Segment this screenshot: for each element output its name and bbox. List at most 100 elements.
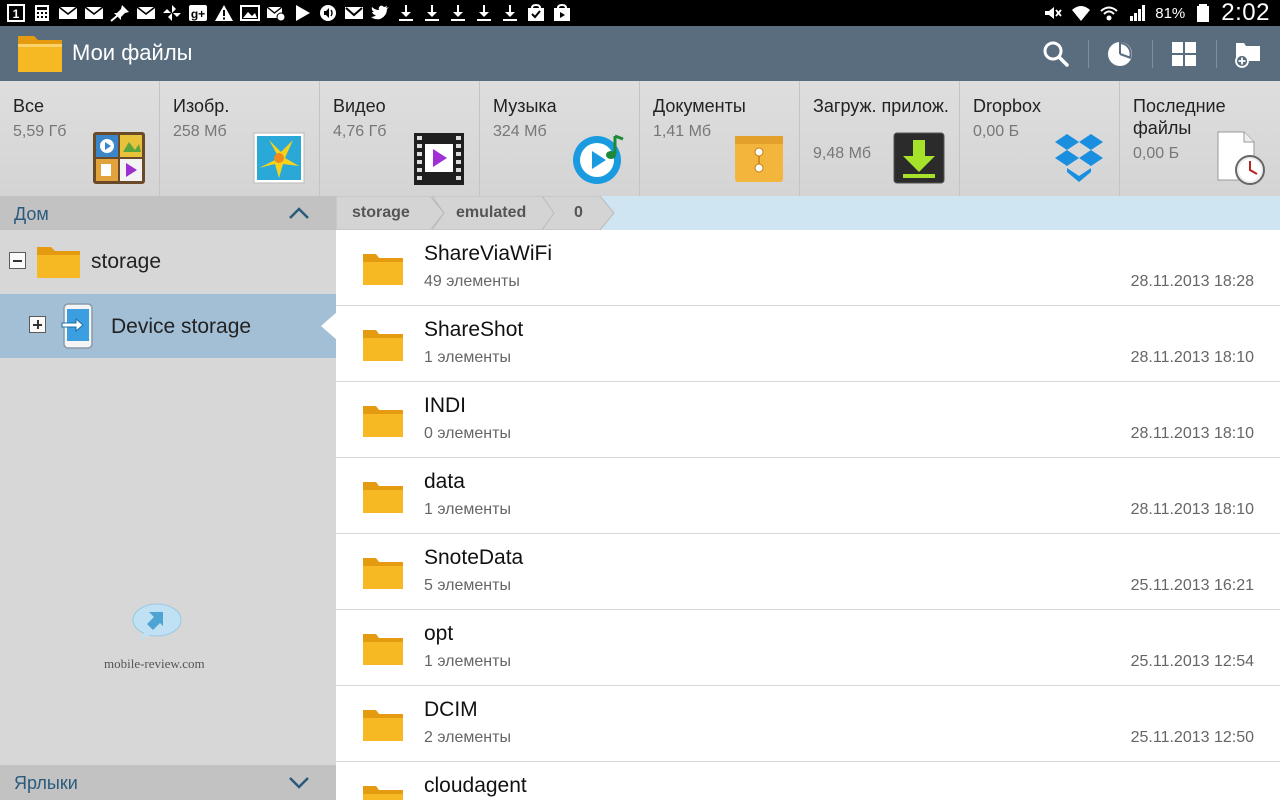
category-video[interactable]: Видео 4,76 Гб <box>320 81 480 196</box>
item-date: 28.11.2013 18:10 <box>1130 501 1254 518</box>
category-downloaded-apps[interactable]: Загруж. прилож. 9,48 Мб <box>800 81 960 196</box>
new-folder-icon <box>1235 42 1260 68</box>
view-mode-button[interactable] <box>1152 26 1216 81</box>
folder-icon <box>363 482 403 513</box>
images-icon <box>253 132 305 184</box>
item-name: ShareViaWiFi <box>424 242 552 265</box>
shortcuts-section-label: Ярлыки <box>14 773 78 793</box>
category-label: Все <box>13 96 45 116</box>
my-files-app-icon[interactable] <box>16 32 64 74</box>
list-item[interactable]: opt 1 элементы 25.11.2013 12:54 <box>336 610 1280 686</box>
category-documents[interactable]: Документы 1,41 Мб <box>640 81 800 196</box>
email-settings-icon <box>266 4 286 22</box>
svg-text:g+: g+ <box>191 7 205 21</box>
download-icon <box>422 4 442 22</box>
list-item[interactable]: ShareShot 1 элементы 28.11.2013 18:10 <box>336 306 1280 382</box>
breadcrumb-item-storage[interactable]: storage <box>336 196 446 230</box>
item-name: ShareShot <box>424 318 524 341</box>
breadcrumb-label: storage <box>352 204 410 221</box>
list-item[interactable]: INDI 0 элементы 28.11.2013 18:10 <box>336 382 1280 458</box>
recent-files-icon <box>1217 131 1265 185</box>
mobile-review-logo <box>132 603 182 640</box>
breadcrumb-item-emulated[interactable]: emulated <box>432 196 560 230</box>
list-item[interactable]: DCIM 2 элементы 25.11.2013 12:50 <box>336 686 1280 762</box>
storage-usage-button[interactable] <box>1088 26 1152 81</box>
device-storage-icon <box>61 303 93 349</box>
email-icon <box>84 4 104 22</box>
gmail-icon <box>344 4 364 22</box>
category-recent-files[interactable]: Последние файлы 0,00 Б <box>1120 81 1280 196</box>
tree-item-storage[interactable]: storage <box>0 230 336 294</box>
item-count: 2 элементы <box>424 729 511 746</box>
breadcrumb-label: 0 <box>574 204 583 221</box>
expand-toggle[interactable] <box>29 316 46 333</box>
item-date: 28.11.2013 18:10 <box>1130 349 1254 366</box>
category-dropbox[interactable]: Dropbox 0,00 Б <box>960 81 1120 196</box>
download-icon <box>396 4 416 22</box>
item-name: opt <box>424 622 454 645</box>
google-plus-icon: g+ <box>188 4 208 22</box>
folder-icon <box>363 558 403 589</box>
sim-1-icon: 1 <box>6 4 26 22</box>
tree-item-device-storage[interactable]: Device storage <box>0 294 337 358</box>
item-name: SnoteData <box>424 546 524 569</box>
clock: 2:02 <box>1221 0 1270 26</box>
mute-icon <box>1043 4 1063 22</box>
view-mode-icon <box>1172 41 1196 66</box>
item-date: 28.11.2013 18:28 <box>1130 273 1254 290</box>
list-item[interactable]: data 1 элементы 28.11.2013 18:10 <box>336 458 1280 534</box>
dropbox-icon <box>1055 134 1103 182</box>
category-size: 9,48 Мб <box>813 145 872 162</box>
chevron-up-icon <box>289 207 309 219</box>
wifi-signal-icon <box>1099 4 1119 22</box>
breadcrumb-item-current[interactable]: 0 <box>542 196 618 230</box>
new-folder-button[interactable] <box>1216 26 1280 81</box>
item-count: 49 элементы <box>424 273 520 290</box>
item-name: cloudagent <box>424 774 527 797</box>
list-item[interactable]: ShareViaWiFi 49 элементы 28.11.2013 18:2… <box>336 230 1280 306</box>
file-list-panel: storage emulated 0 ShareViaWiFi 49 элеме… <box>336 196 1280 800</box>
category-size: 5,59 Гб <box>13 123 67 140</box>
voice-icon <box>318 4 338 22</box>
item-name: DCIM <box>424 698 478 721</box>
item-date: 28.11.2013 18:10 <box>1130 425 1254 442</box>
search-button[interactable] <box>1024 26 1088 81</box>
pin-icon <box>110 4 130 22</box>
collapse-toggle[interactable] <box>9 252 26 269</box>
selection-indicator <box>321 312 337 340</box>
home-section-label: Дом <box>14 204 49 224</box>
list-item[interactable]: SnoteData 5 элементы 25.11.2013 16:21 <box>336 534 1280 610</box>
downloaded-apps-icon <box>893 132 945 184</box>
download-icon <box>448 4 468 22</box>
category-images[interactable]: Изобр. 258 Мб <box>160 81 320 196</box>
check-bag-icon <box>526 4 546 22</box>
category-size: 1,41 Мб <box>653 123 712 140</box>
twitter-icon <box>370 4 390 22</box>
list-item[interactable]: cloudagent <box>336 762 1280 800</box>
category-all[interactable]: Все 5,59 Гб <box>0 81 160 196</box>
item-count: 1 элементы <box>424 349 511 366</box>
all-files-icon <box>93 132 145 184</box>
search-icon <box>1043 41 1069 67</box>
item-date: 25.11.2013 12:50 <box>1130 729 1254 746</box>
play-icon <box>292 4 312 22</box>
status-bar: 1 g+ 81% 2:02 <box>0 0 1280 26</box>
category-label: Загруж. прилож. <box>813 96 949 116</box>
category-music[interactable]: Музыка 324 Мб <box>480 81 640 196</box>
music-icon <box>573 134 624 184</box>
documents-icon <box>735 136 783 182</box>
calculator-icon <box>32 4 52 22</box>
navigation-panel: Дом storage Device storage mobile-review… <box>0 196 337 800</box>
shortcuts-section-header[interactable]: Ярлыки <box>0 765 336 800</box>
video-icon <box>414 133 464 185</box>
folder-icon <box>37 247 80 278</box>
home-section-header[interactable]: Дом <box>0 196 336 230</box>
folder-icon <box>363 254 403 285</box>
item-date: 25.11.2013 12:54 <box>1130 653 1254 670</box>
folder-icon <box>363 710 403 741</box>
category-size: 0,00 Б <box>1133 145 1180 162</box>
category-size: 0,00 Б <box>973 123 1020 140</box>
storage-usage-icon <box>1108 41 1132 66</box>
item-name: INDI <box>424 394 466 417</box>
category-label: Документы <box>653 96 746 116</box>
